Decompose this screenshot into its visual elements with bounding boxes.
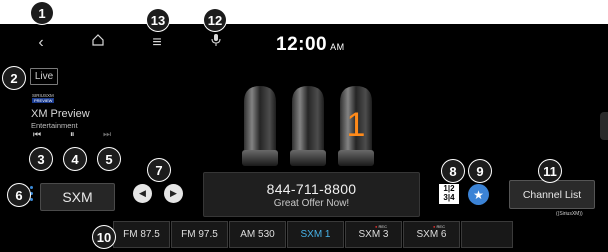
preview-badge: PREVIEW	[32, 98, 55, 103]
seek-next-button[interactable]: ▶	[164, 184, 183, 203]
preset-1[interactable]: FM 87.5	[113, 221, 170, 248]
tube-middle	[290, 86, 326, 166]
tube-digit: 1	[347, 106, 366, 144]
preset-2[interactable]: FM 97.5	[171, 221, 228, 248]
tube-left	[242, 86, 278, 166]
previous-track-icon[interactable]: ⏮	[33, 129, 41, 140]
microphone-icon[interactable]	[206, 33, 226, 53]
callout-4: 4	[64, 148, 86, 170]
left-arrow-icon: ◀	[139, 188, 146, 198]
preset-3[interactable]: AM 530	[229, 221, 286, 248]
back-arrow-icon[interactable]: ‹	[31, 33, 51, 53]
rec-indicator: ● REC	[375, 224, 387, 229]
preset-label: SXM 1	[300, 229, 331, 240]
pause-icon[interactable]: ⏸	[70, 129, 75, 140]
channel-tube-display: 1	[236, 84, 384, 175]
callout-7: 7	[148, 159, 170, 181]
callout-12: 12	[204, 9, 226, 31]
preset-bar: FM 87.5 FM 97.5 AM 530 SXM 1 ● REC SXM 3 …	[113, 221, 514, 248]
preset-label: SXM 6	[416, 229, 447, 240]
preset-4[interactable]: SXM 1	[287, 221, 344, 248]
callout-13: 13	[147, 9, 169, 31]
side-panel-handle[interactable]	[600, 112, 608, 140]
live-button[interactable]: Live	[30, 68, 58, 85]
channel-name: XM Preview	[31, 108, 90, 120]
callout-1: 1	[31, 2, 53, 24]
callout-2: 2	[3, 67, 25, 89]
callout-3: 3	[30, 148, 52, 170]
rec-indicator: ● REC	[433, 224, 445, 229]
callout-6: 6	[8, 184, 30, 206]
info-text: Great Offer Now!	[273, 197, 350, 209]
preset-7[interactable]	[461, 221, 513, 248]
callout-11: 11	[539, 160, 561, 182]
clock-time: 12:00	[276, 34, 328, 55]
channel-list-button[interactable]: Channel List	[509, 180, 595, 209]
siriusxm-logo: ((SiriusXM))	[556, 211, 583, 217]
preset-label: SXM 3	[358, 229, 389, 240]
next-track-icon[interactable]: ⏭	[103, 129, 111, 140]
preset-5[interactable]: ● REC SXM 3	[345, 221, 402, 248]
preset-label: AM 530	[240, 229, 275, 240]
clock: 12:00 AM	[276, 34, 345, 56]
category-grid-icon[interactable]: 1|2 3|4	[439, 184, 459, 204]
band-button[interactable]: SXM	[40, 183, 115, 211]
tube-right: 1	[338, 86, 374, 166]
callout-8: 8	[442, 160, 464, 182]
callout-5: 5	[98, 148, 120, 170]
home-icon[interactable]	[88, 33, 108, 53]
right-arrow-icon: ▶	[170, 188, 177, 198]
seek-previous-button[interactable]: ◀	[133, 184, 152, 203]
clock-ampm: AM	[330, 42, 345, 52]
info-panel[interactable]: 844-711-8800 Great Offer Now!	[203, 172, 420, 217]
preset-label: FM 87.5	[123, 229, 160, 240]
preset-label: FM 97.5	[181, 229, 218, 240]
band-indicator	[30, 186, 33, 204]
callout-9: 9	[469, 160, 491, 182]
menu-icon[interactable]: ≡	[147, 33, 167, 53]
preset-6[interactable]: ● REC SXM 6	[403, 221, 460, 248]
favorite-star-icon[interactable]: ★	[468, 184, 489, 205]
callout-10: 10	[93, 226, 115, 248]
info-phone: 844-711-8800	[266, 180, 357, 197]
